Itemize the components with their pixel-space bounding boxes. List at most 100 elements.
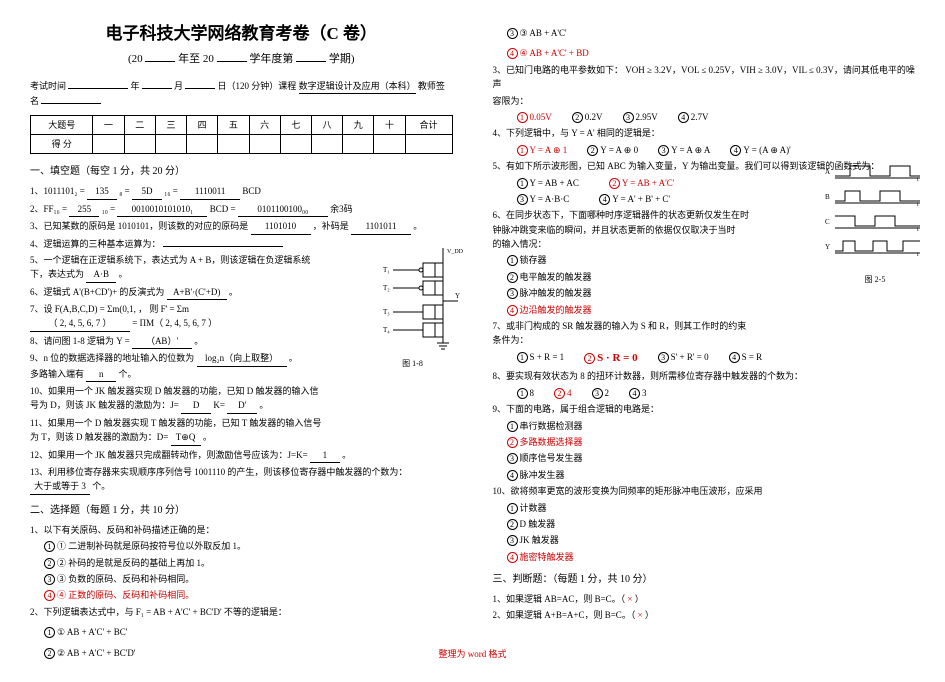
opt-2: 24 (554, 386, 572, 400)
q9-text-f: 个。 (119, 369, 137, 379)
blank-date (68, 88, 128, 89)
q9-text-a: 9、n 位的数据选择器的地址输入的位数为 (30, 353, 194, 363)
num-1-icon: 1 (507, 255, 518, 266)
q3-2-text: 2、如果逻辑 A+B=A+C，则 B=C。（ (493, 610, 636, 620)
q7-a: 7、或非门构成的 SR 触发器的输入为 S 和 R，则其工作时的约束 (493, 321, 747, 331)
q2-9-o3: 3顺序信号发生器 (493, 451, 916, 465)
q10-text-d: K= (213, 400, 225, 410)
score-cell (405, 134, 452, 153)
opt-text: 4 (567, 388, 572, 398)
q11-text-b: 为 T，则该 D 触发器的激励为：D= (30, 432, 168, 442)
footer-note: 整理为 word 格式 (0, 647, 945, 661)
num-2-icon: 2 (587, 145, 598, 156)
score-cell (187, 134, 218, 153)
svg-text:B: B (825, 193, 830, 201)
num-3-icon: 3 (517, 194, 528, 205)
num-3-icon: 3 (507, 535, 518, 546)
q5-text-d: 。 (119, 269, 128, 279)
q2-10: 10、欲将频率更宽的波形变换为同频率的矩形脉冲电压波形，应采用 (493, 484, 916, 498)
num-3-icon: 3 (658, 145, 669, 156)
meta-month: 月 (174, 81, 183, 91)
figure-1-8: V_DD Y (363, 243, 463, 371)
q2-1-o1: 1① 二进制补码就是原码按符号位以外取反加 1。 (30, 539, 453, 553)
blank-year1 (145, 61, 175, 62)
opt-2: 2Y = AB + A'C' (609, 176, 675, 190)
opt-text: S' + R' = 0 (671, 352, 709, 362)
q2-6-o4: 4边沿触发的触发器 (493, 303, 916, 317)
q10-ans-e: D' (227, 398, 257, 413)
col-2: 二 (124, 115, 155, 134)
q2-3-opts: 10.05V 20.2V 32.95V 42.7V (493, 110, 916, 124)
opt-text: 2.95V (636, 112, 658, 122)
opt-1: 1Y = AB + AC (517, 176, 579, 190)
q1-text-e: ₁₆ = (164, 186, 178, 196)
q12-text-c: 。 (342, 450, 351, 460)
num-1-icon: 1 (517, 112, 528, 123)
q2-text-c: ₁₀ = (102, 204, 116, 214)
opt-text: 脉冲触发的触发器 (520, 288, 592, 298)
q13-ans: 大于或等于 3 (30, 479, 90, 494)
opt-text: 脉冲发生器 (520, 470, 565, 480)
q2-1-o4: 4④ 正数的原码、反码和补码相同。 (30, 588, 453, 602)
q7-text-a: 7、设 (30, 304, 53, 314)
num-1-icon: 1 (44, 541, 55, 552)
q8-text-a: 8、请问图 1-8 逻辑为 Y = (30, 336, 130, 346)
q2-2-o3: 3③ AB + A'C' (493, 26, 916, 40)
opt-text: Y = AB + AC (530, 178, 579, 188)
q2-6-o3: 3脉冲触发的触发器 (493, 286, 916, 300)
opt-text: ③ 负数的原码、反码和补码相同。 (57, 574, 194, 584)
q1-text-c: ₈ = (119, 186, 129, 196)
num-2-icon: 2 (572, 112, 583, 123)
blank-day (185, 88, 215, 89)
q10-text-a: 10、如果用一个 JK 触发器实现 D 触发器的功能，已知 D 触发器的输入信 (30, 386, 319, 396)
num-2-icon: 2 (554, 388, 565, 399)
meta-year: 年 (131, 81, 140, 91)
num-4-icon: 4 (507, 305, 518, 316)
blank-month (142, 88, 172, 89)
exam-subtitle: (20 年至 20 学年度第 学期) (30, 51, 453, 69)
num-4-icon: 4 (729, 352, 740, 363)
q2-1-o3: 3③ 负数的原码、反码和补码相同。 (30, 572, 453, 586)
opt-text: D 触发器 (520, 519, 556, 529)
q2-9: 9、下面的电路，属于组合逻辑的电路是： (493, 402, 916, 416)
opt-text: 3 (642, 388, 647, 398)
num-3-icon: 3 (592, 388, 603, 399)
opt-text: 0.2V (585, 112, 603, 122)
opt-text: Y = A·B·C (530, 194, 570, 204)
opt-text: 串行数据检测器 (520, 421, 583, 431)
num-4-icon: 4 (507, 552, 518, 563)
num-4-icon: 4 (507, 48, 518, 59)
q3-a: 3、已知门电路的电平参数如下： (493, 65, 624, 75)
exam-title: 电子科技大学网络教育考卷（C 卷） (30, 20, 453, 47)
opt-text: ④ 正数的原码、反码和补码相同。 (57, 590, 194, 600)
score-cell (218, 134, 249, 153)
q3-ans-b: 1101010 (251, 219, 311, 234)
sub-c: 学年度第 (249, 53, 293, 65)
q2-ans-f: 0101100100₀₀ (238, 202, 328, 217)
score-header-row: 大题号 一 二 三 四 五 六 七 八 九 十 合计 (31, 115, 453, 134)
q5-text-a: 5、一个逻辑在正逻辑系统下，表达式为 A + B，则该逻辑在负逻辑系统 (30, 255, 310, 265)
opt-4: 4Y = A' + B' + C' (599, 192, 670, 206)
num-1-icon: 1 (507, 503, 518, 514)
num-4-icon: 4 (730, 145, 741, 156)
svg-text:T₄: T₄ (383, 326, 390, 334)
q7-text-c: ， 则 (138, 304, 158, 314)
opt-2: 2S · R = 0 (584, 350, 638, 368)
opt-text: 边沿触发的触发器 (520, 305, 592, 315)
meta-line: 考试时间 年 月 日（120 分钟）课程 数字逻辑设计及应用（本科） 教师签名 (30, 79, 453, 109)
q4-text: 4、逻辑运算的三种基本运算为： (30, 239, 161, 249)
q2-8: 8、要实现有效状态为 8 的扭环计数器，则所需移位寄存器中触发器的个数为： (493, 369, 916, 383)
q3-1: 1、如果逻辑 AB=AC，则 B=C。（ × ） (493, 592, 916, 606)
q2-10-o3: 3JK 触发器 (493, 533, 916, 547)
q7-text-b: F(A,B,C,D) = Σm(0,1, (55, 304, 136, 314)
sub-d: 学期) (329, 53, 355, 65)
q2-4: 4、下列逻辑中，与 Y = A' 相同的逻辑是： (493, 126, 916, 140)
q1-ans-f: 1110011 (180, 184, 240, 199)
q3-text-c: ，补码是 (313, 221, 349, 231)
svg-text:C: C (825, 218, 830, 226)
circuit-icon: V_DD Y (363, 243, 463, 358)
q2-3: 3、已知门电路的电平参数如下： VOH ≥ 3.2V，VOL ≤ 0.25V，V… (493, 63, 916, 92)
paren: ） (635, 594, 644, 604)
num-3-icon: 3 (658, 352, 669, 363)
num-1-icon: 1 (44, 627, 55, 638)
